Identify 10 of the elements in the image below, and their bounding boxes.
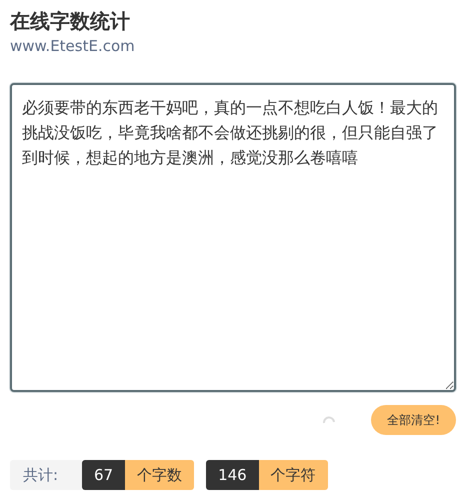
site-url: www.EtestE.com bbox=[10, 36, 136, 57]
loading-spinner-icon bbox=[323, 416, 336, 424]
count-unit: 个字符 bbox=[258, 460, 328, 490]
count-value: 146 bbox=[206, 460, 259, 490]
count-value: 67 bbox=[82, 460, 126, 490]
total-label: 共计: bbox=[10, 460, 82, 490]
count-unit: 个字数 bbox=[125, 460, 194, 490]
page-title: 在线字数统计 bbox=[10, 8, 131, 34]
clear-all-button[interactable]: 全部清空! bbox=[371, 405, 456, 435]
text-input-field[interactable]: 必须要带的东西老干妈吧，真的一点不想吃白人饭！最大的挑战没饭吃，毕竟我啥都不会做还挑剔的很，但只能自强了到时候，想起的地方是澳洲，感觉没那么卷嘻嘻 bbox=[10, 83, 456, 392]
